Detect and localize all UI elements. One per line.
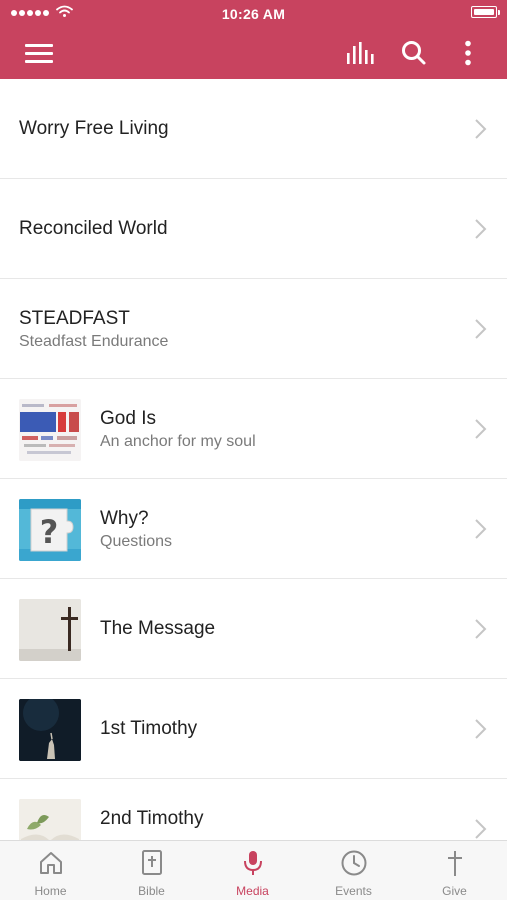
list-item[interactable]: God Is An anchor for my soul <box>0 379 507 479</box>
first-timothy-thumbnail <box>19 699 81 761</box>
item-title: Worry Free Living <box>19 118 169 139</box>
item-title: The Message <box>100 618 216 639</box>
why-thumbnail: ? <box>19 499 81 561</box>
list-item[interactable]: 1st Timothy <box>0 679 507 779</box>
bible-icon <box>142 850 162 875</box>
more-options-button[interactable] <box>452 37 484 69</box>
svg-text:?: ? <box>40 513 59 551</box>
item-title: Reconciled World <box>19 218 168 239</box>
tab-label: Events <box>335 884 372 898</box>
chevron-right-icon <box>475 719 487 739</box>
clock-icon <box>341 850 367 876</box>
media-series-list: Worry Free Living Reconciled World STEAD… <box>0 79 507 840</box>
list-item[interactable]: ? Why? Questions <box>0 479 507 579</box>
tab-media[interactable]: Media <box>202 841 303 901</box>
audio-bars-icon <box>347 42 374 64</box>
now-playing-button[interactable] <box>345 37 377 69</box>
cross-icon <box>448 851 462 876</box>
tab-label: Media <box>236 884 269 898</box>
chevron-right-icon <box>475 319 487 339</box>
list-item[interactable]: The Message <box>0 579 507 679</box>
chevron-right-icon <box>475 819 487 839</box>
tab-label: Home <box>34 884 67 898</box>
search-icon <box>402 41 426 65</box>
item-title: God Is <box>100 408 156 429</box>
item-title: Why? <box>100 508 149 529</box>
item-subtitle: Questions <box>100 533 173 550</box>
chevron-right-icon <box>475 219 487 239</box>
tab-home[interactable]: Home <box>0 841 101 901</box>
hamburger-menu-icon <box>25 44 53 63</box>
tab-give[interactable]: Give <box>404 841 505 901</box>
chevron-right-icon <box>475 519 487 539</box>
status-time: 10:26 AM <box>221 6 286 22</box>
list-item[interactable]: Worry Free Living <box>0 79 507 179</box>
chevron-right-icon <box>475 619 487 639</box>
app-header: 10:26 AM <box>0 0 507 79</box>
god-is-thumbnail <box>19 399 81 461</box>
the-message-thumbnail <box>19 599 81 661</box>
menu-button[interactable] <box>23 37 55 69</box>
list-item[interactable]: STEADFAST Steadfast Endurance <box>0 279 507 379</box>
tab-bible[interactable]: Bible <box>101 841 202 901</box>
item-title: STEADFAST <box>19 308 130 329</box>
tab-label: Give <box>442 884 467 898</box>
item-title: 1st Timothy <box>100 718 198 739</box>
tab-events[interactable]: Events <box>303 841 404 901</box>
status-bar: 10:26 AM <box>0 0 507 26</box>
chevron-right-icon <box>475 419 487 439</box>
list-item[interactable]: 2nd Timothy <box>0 779 507 840</box>
battery-icon <box>471 6 500 18</box>
search-button[interactable] <box>398 37 430 69</box>
microphone-icon <box>244 851 262 875</box>
item-subtitle: An anchor for my soul <box>100 433 256 450</box>
second-timothy-thumbnail <box>19 799 81 840</box>
more-vertical-icon <box>465 40 471 66</box>
home-icon <box>40 852 62 874</box>
list-item[interactable]: Reconciled World <box>0 179 507 279</box>
bottom-tab-bar: Home Bible Media Events Give <box>0 840 507 900</box>
item-subtitle: Steadfast Endurance <box>19 333 169 350</box>
chevron-right-icon <box>475 119 487 139</box>
item-title: 2nd Timothy <box>100 808 204 829</box>
tab-label: Bible <box>138 884 165 898</box>
